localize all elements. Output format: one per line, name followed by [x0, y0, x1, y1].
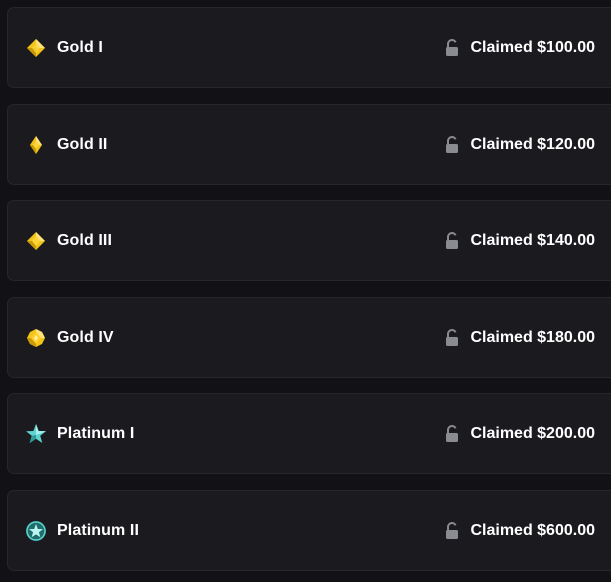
claimed-amount: Claimed $600.00 — [470, 521, 595, 539]
tier-name: Gold I — [57, 38, 103, 56]
tier-name: Platinum II — [57, 521, 139, 539]
gold-gem-1-icon — [25, 37, 47, 59]
unlocked-padlock-icon — [446, 135, 459, 153]
platinum-star-badge-icon — [25, 520, 47, 542]
claim-status: Claimed $120.00 — [444, 136, 595, 154]
tier-row-gold-1[interactable]: Gold I Claimed $100.00 — [7, 7, 611, 88]
unlocked-padlock-icon — [446, 38, 459, 56]
claimed-amount: Claimed $200.00 — [470, 424, 595, 442]
tier-row-gold-4[interactable]: Gold IV Claimed $180.00 — [7, 297, 611, 378]
tier-name: Gold IV — [57, 328, 114, 346]
vip-tier-list: Gold I Claimed $100.00 Gold II Claimed $… — [7, 7, 611, 582]
unlocked-padlock-icon — [446, 521, 459, 539]
unlocked-padlock-icon — [446, 424, 459, 442]
tier-name: Gold III — [57, 231, 113, 249]
gold-gem-2-icon — [25, 134, 47, 156]
claim-status: Claimed $140.00 — [444, 232, 595, 250]
claimed-amount: Claimed $140.00 — [470, 231, 595, 249]
tier-row-platinum-1[interactable]: Platinum I Claimed $200.00 — [7, 393, 611, 474]
tier-name: Platinum I — [57, 424, 135, 442]
platinum-star-icon — [25, 423, 47, 445]
claim-status: Claimed $100.00 — [444, 39, 595, 57]
claim-status: Claimed $200.00 — [444, 425, 595, 443]
tier-name: Gold II — [57, 135, 108, 153]
gold-gem-3-icon — [25, 230, 47, 252]
tier-row-platinum-2[interactable]: Platinum II Claimed $600.00 — [7, 490, 611, 571]
unlocked-padlock-icon — [446, 231, 459, 249]
tier-row-gold-3[interactable]: Gold III Claimed $140.00 — [7, 200, 611, 281]
gold-gem-4-icon — [25, 327, 47, 349]
claimed-amount: Claimed $180.00 — [470, 328, 595, 346]
unlocked-padlock-icon — [446, 328, 459, 346]
claimed-amount: Claimed $100.00 — [470, 38, 595, 56]
claim-status: Claimed $180.00 — [444, 329, 595, 347]
claim-status: Claimed $600.00 — [444, 522, 595, 540]
claimed-amount: Claimed $120.00 — [470, 135, 595, 153]
tier-row-gold-2[interactable]: Gold II Claimed $120.00 — [7, 104, 611, 185]
